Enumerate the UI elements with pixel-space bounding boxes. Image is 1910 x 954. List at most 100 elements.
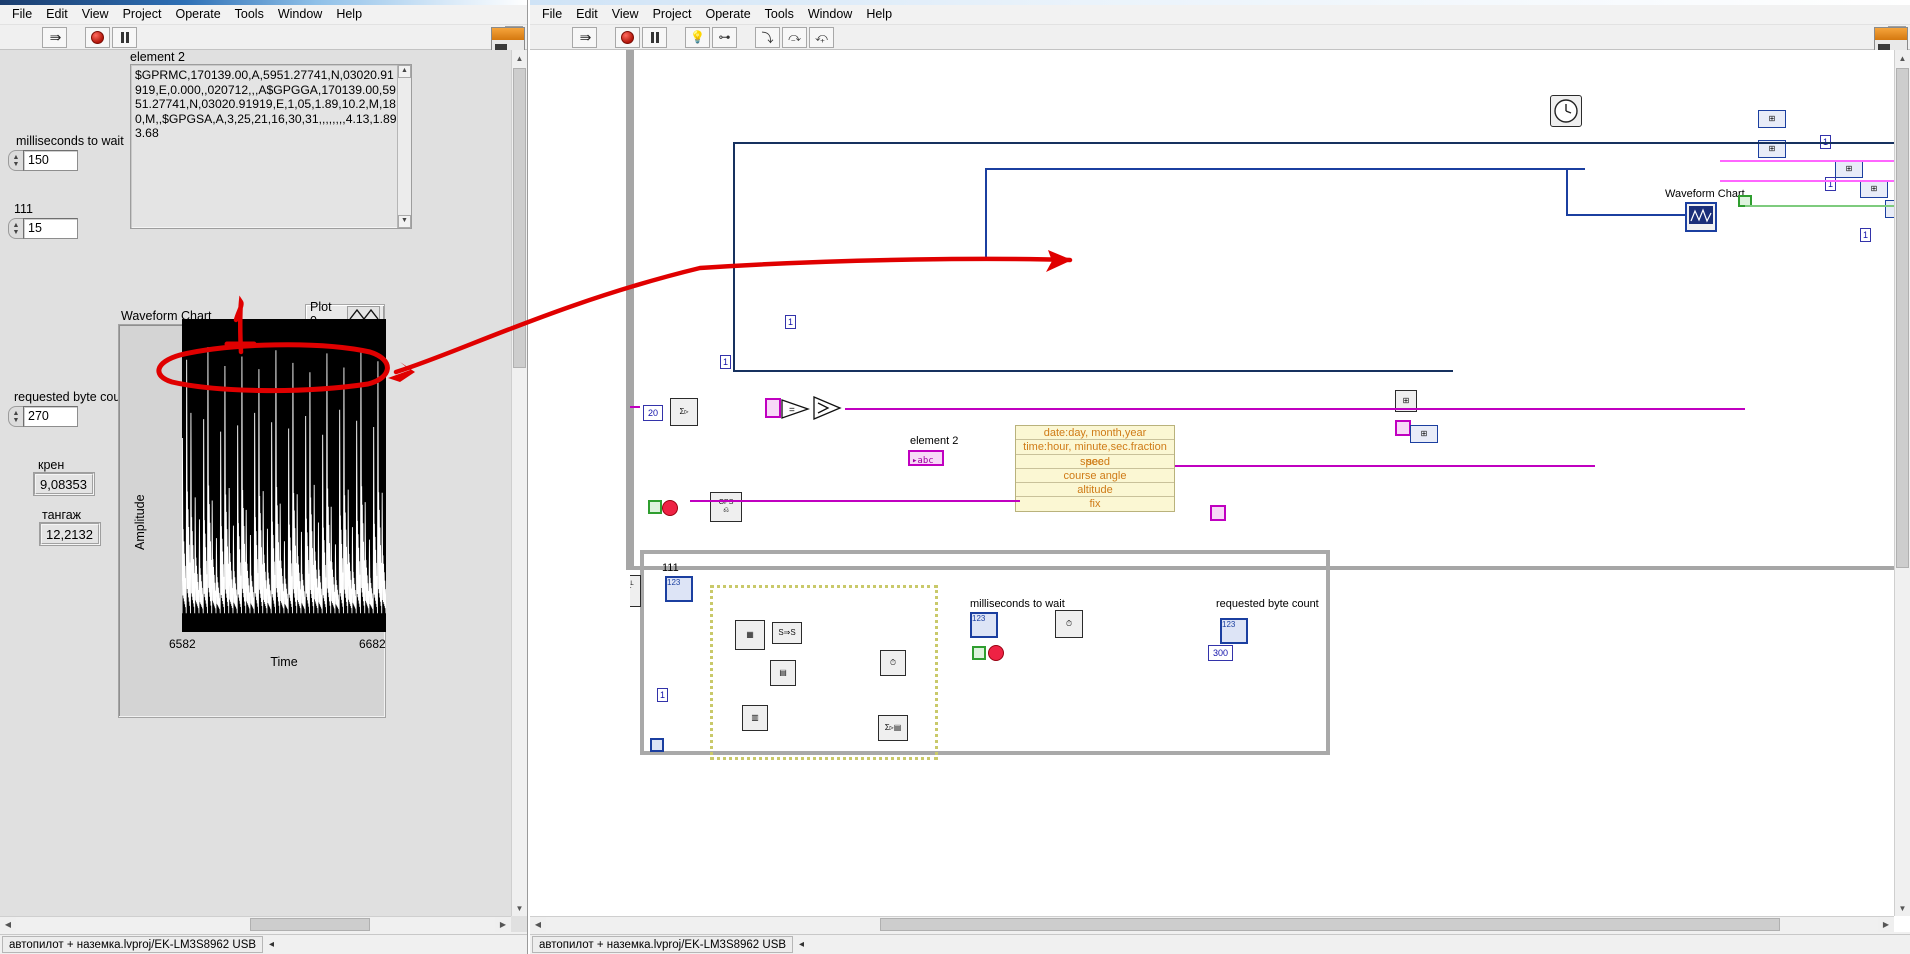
element2-string-indicator[interactable]: $GPRMC,170139.00,A,5951.27741,N,03020.91… <box>130 64 412 229</box>
menu-window[interactable]: Window <box>801 6 859 23</box>
front-panel-vscrollbar[interactable]: ▲ ▼ <box>511 50 527 916</box>
pause-button[interactable] <box>112 26 137 48</box>
scroll-down-icon[interactable]: ▼ <box>512 900 527 916</box>
block-diagram-canvas[interactable]: 0,003 0 start PID 2 ⚙ IVAFilter MEAN 4 к… <box>530 50 1910 932</box>
serial-read-node[interactable]: ▦ <box>735 620 765 650</box>
element2-scrollbar[interactable]: ▲ ▼ <box>397 65 411 228</box>
milliseconds-to-wait-value[interactable]: 150 <box>23 150 78 171</box>
numeric-111-control[interactable]: ▲ ▼ 15 <box>8 218 78 239</box>
array-build-node[interactable]: Σ▹▤ <box>878 715 908 741</box>
retain-wire-values-icon[interactable]: ⊶ <box>712 26 737 48</box>
vscroll-thumb[interactable] <box>1896 68 1909 568</box>
purple-terminal[interactable] <box>765 398 781 418</box>
wire-dkblue <box>735 142 1910 144</box>
clock-node[interactable] <box>1550 95 1582 127</box>
statusbar-resize-icon[interactable]: ◂ <box>269 939 274 950</box>
pause-button[interactable] <box>642 26 667 48</box>
scroll-down-icon[interactable]: ▼ <box>398 215 411 228</box>
milliseconds-to-wait-control[interactable]: ▲ ▼ 150 <box>8 150 78 171</box>
increment-decrement-icon[interactable]: ▲ ▼ <box>8 218 23 239</box>
menu-file[interactable]: File <box>535 6 569 23</box>
requested-byte-count-control[interactable]: ▲ ▼ 270 <box>8 406 78 427</box>
stop-terminal[interactable] <box>988 645 1004 661</box>
increment-decrement-icon[interactable]: ▲ ▼ <box>8 406 23 427</box>
const-1-c[interactable]: 1 <box>1860 228 1872 242</box>
increment-decrement-icon[interactable]: ▲ ▼ <box>8 150 23 171</box>
abort-execution-button[interactable] <box>615 26 640 48</box>
menu-tools[interactable]: Tools <box>758 6 801 23</box>
menu-window[interactable]: Window <box>271 6 329 23</box>
const-1-h[interactable]: 1 <box>785 315 797 329</box>
waveform-chart[interactable]: 1000– 900– 800– 700– 600– 500– 400– 300–… <box>118 319 386 718</box>
menu-project[interactable]: Project <box>116 6 169 23</box>
loop-index-terminal[interactable] <box>650 738 664 752</box>
element2-terminal[interactable]: ▸abc <box>908 450 944 466</box>
menu-tools[interactable]: Tools <box>228 6 271 23</box>
menu-help[interactable]: Help <box>329 6 369 23</box>
stop-terminal[interactable] <box>662 500 678 516</box>
menu-view[interactable]: View <box>75 6 116 23</box>
menu-operate[interactable]: Operate <box>698 6 757 23</box>
subvi-node[interactable]: ⊞ <box>1860 180 1888 198</box>
statusbar-resize-icon[interactable]: ◂ <box>799 939 804 950</box>
array-index-node[interactable]: Σ▹ <box>670 398 698 426</box>
scroll-right-icon[interactable]: ▶ <box>495 917 511 932</box>
scroll-left-icon[interactable]: ◀ <box>530 917 546 932</box>
run-button[interactable]: ⇛ <box>42 26 67 48</box>
requested-byte-count-terminal[interactable]: 123 <box>1220 618 1248 644</box>
menu-project[interactable]: Project <box>646 6 699 23</box>
menu-operate[interactable]: Operate <box>168 6 227 23</box>
main-while-loop[interactable] <box>630 50 1910 570</box>
timer-node[interactable]: ⏱ <box>880 650 906 676</box>
gps-parse-node[interactable]: GPS ⎌ <box>710 492 742 522</box>
block-diagram-hscrollbar[interactable]: ◀ ▶ <box>530 916 1894 932</box>
flush-node[interactable]: ▥ <box>742 705 768 731</box>
purple-terminal[interactable] <box>1395 420 1411 436</box>
scroll-up-icon[interactable]: ▲ <box>1895 50 1910 66</box>
wire-purple <box>845 408 1745 410</box>
ms-to-wait-terminal[interactable]: 123 <box>970 612 998 638</box>
menu-help[interactable]: Help <box>859 6 899 23</box>
subvi-node[interactable]: ⊞ <box>1758 110 1786 128</box>
hscroll-thumb[interactable] <box>250 918 370 931</box>
scroll-left-icon[interactable]: ◀ <box>0 917 16 932</box>
numeric-111-value[interactable]: 15 <box>23 218 78 239</box>
menu-edit[interactable]: Edit <box>569 6 605 23</box>
wait-ms-node[interactable]: ⏱ <box>1055 610 1083 638</box>
vscroll-thumb[interactable] <box>513 68 526 368</box>
step-out-icon[interactable]: ⤽ <box>809 26 834 48</box>
hscroll-thumb[interactable] <box>880 918 1780 931</box>
scroll-up-icon[interactable]: ▲ <box>398 65 411 78</box>
run-button[interactable]: ⇛ <box>572 26 597 48</box>
const-20[interactable]: 20 <box>643 405 664 421</box>
queue-node[interactable]: ▤ <box>770 660 796 686</box>
requested-byte-count-value[interactable]: 270 <box>23 406 78 427</box>
wire-pink <box>1720 160 1910 162</box>
const-300[interactable]: 300 <box>1208 645 1234 661</box>
abort-execution-button[interactable] <box>85 26 110 48</box>
const-1-i[interactable]: 1 <box>720 355 732 369</box>
subvi-node[interactable]: ⊞ <box>1835 160 1863 178</box>
equal-comparison-node[interactable]: = <box>780 398 810 420</box>
scroll-right-icon[interactable]: ▶ <box>1878 917 1894 932</box>
highlight-execution-bulb-icon[interactable]: 💡 <box>685 26 710 48</box>
scroll-down-icon[interactable]: ▼ <box>1895 900 1910 916</box>
menu-file[interactable]: File <box>5 6 39 23</box>
menu-edit[interactable]: Edit <box>39 6 75 23</box>
chart-plot-area[interactable] <box>182 319 386 632</box>
bool-terminal[interactable] <box>648 500 662 514</box>
step-into-icon[interactable]: ⤵ <box>755 26 780 48</box>
waveform-chart-terminal[interactable] <box>1685 202 1717 232</box>
s-to-s-node[interactable]: S⇒S <box>772 622 802 644</box>
bool-terminal[interactable] <box>972 646 986 660</box>
subvi-node[interactable]: ⊞ <box>1410 425 1438 443</box>
block-diagram-vscrollbar[interactable]: ▲ ▼ <box>1894 50 1910 916</box>
numeric-111-terminal[interactable]: 123 <box>665 576 693 602</box>
step-over-icon[interactable]: ⤼ <box>782 26 807 48</box>
front-panel-hscrollbar[interactable]: ◀ ▶ <box>0 916 511 932</box>
menu-view[interactable]: View <box>605 6 646 23</box>
search-array-node[interactable] <box>812 395 842 421</box>
scroll-up-icon[interactable]: ▲ <box>512 50 527 66</box>
front-panel-canvas[interactable]: element 2 $GPRMC,170139.00,A,5951.27741,… <box>0 50 527 932</box>
purple-terminal[interactable] <box>1210 505 1226 521</box>
